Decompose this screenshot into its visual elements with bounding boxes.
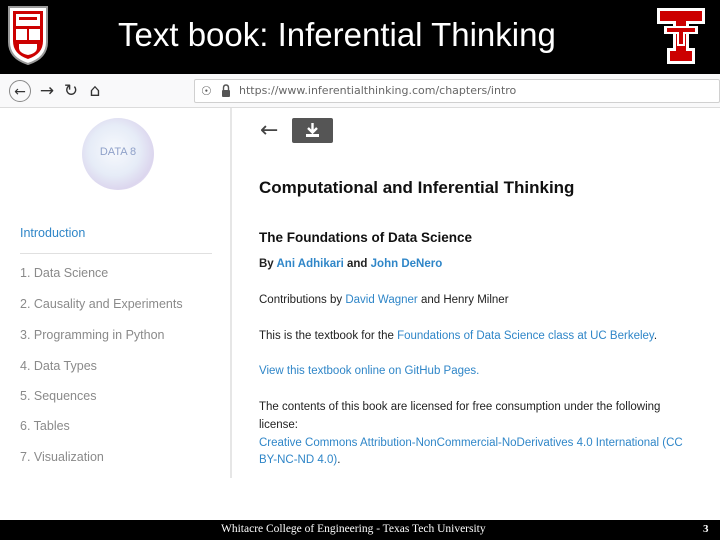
back-arrow-icon[interactable]: ← [260,118,278,143]
download-icon [306,123,319,137]
contributor-link-david-wagner[interactable]: David Wagner [345,294,417,306]
sidebar-item-data-types[interactable]: 4. Data Types [20,359,97,373]
contributions-line: Contributions by David Wagner and Henry … [259,294,509,306]
contrib-suffix: and Henry Milner [420,294,509,306]
book-title: Computational and Inferential Thinking [259,178,575,197]
reload-icon[interactable]: ↻ [60,80,82,102]
by-label: By [259,258,274,270]
and-label: and [347,258,368,270]
forward-arrow-icon[interactable]: → [36,80,58,102]
back-arrow-icon[interactable]: ← [9,80,31,102]
slide-title: Text book: Inferential Thinking [118,16,556,53]
textbook-suffix: . [653,330,658,342]
sidebar-item-sequences[interactable]: 5. Sequences [20,389,96,403]
sidebar-item-visualization[interactable]: 7. Visualization [20,450,104,464]
slide-header: Text book: Inferential Thinking [0,0,720,74]
browser-toolbar: ← → ↻ ⌂ ☉ https://www.inferentialthinkin… [0,74,720,108]
authors-line: By Ani Adhikari and John DeNero [259,258,442,270]
book-content: ← Computational and Inferential Thinking… [232,108,720,520]
data8-logo[interactable]: DATA 8 [82,118,154,190]
author-link-ani-adhikari[interactable]: Ani Adhikari [276,258,343,270]
home-icon[interactable]: ⌂ [84,80,106,102]
license-end: . [337,454,341,466]
textbook-prefix: This is the textbook for the [259,330,394,342]
course-link[interactable]: Foundations of Data Science class at UC … [397,330,654,342]
shield-icon[interactable]: ☉ [201,84,213,98]
double-t-logo [657,8,705,64]
sidebar-item-causality[interactable]: 2. Causality and Experiments [20,297,183,311]
footer-text: Whitacre College of Engineering - Texas … [221,523,486,535]
data8-logo-text: DATA 8 [99,146,137,158]
url-text[interactable]: https://www.inferentialthinking.com/chap… [239,84,516,97]
sidebar-item-data-science[interactable]: 1. Data Science [20,266,108,280]
license-link-line2[interactable]: BY-NC-ND 4.0) [259,454,337,466]
contrib-prefix: Contributions by [259,294,343,306]
license-link-line2-wrapper: BY-NC-ND 4.0). [259,454,340,466]
book-subtitle: The Foundations of Data Science [259,230,473,245]
lock-icon [222,84,230,97]
author-link-john-denero[interactable]: John DeNero [371,258,443,270]
sidebar-item-introduction[interactable]: Introduction [20,226,85,240]
book-sidebar: DATA 8 Introduction 1. Data Science 2. C… [0,108,232,520]
textbook-line: This is the textbook for the Foundations… [259,330,657,342]
sidebar-item-tables[interactable]: 6. Tables [20,419,70,433]
license-link-line1[interactable]: Creative Commons Attribution-NonCommerci… [259,437,683,449]
license-text-line2: license: [259,419,298,431]
sidebar-divider-line [20,253,212,254]
sidebar-item-programming[interactable]: 3. Programming in Python [20,328,165,342]
download-button[interactable] [292,118,333,143]
slide-footer: Whitacre College of Engineering - Texas … [0,520,720,540]
page-number: 3 [703,523,709,535]
address-bar[interactable]: ☉ https://www.inferentialthinking.com/ch… [194,79,720,103]
license-text-line1: The contents of this book are licensed f… [259,401,661,413]
browser-window: ← → ↻ ⌂ ☉ https://www.inferentialthinkin… [0,74,720,520]
github-pages-link[interactable]: View this textbook online on GitHub Page… [259,365,479,377]
university-seal-logo [8,6,48,66]
